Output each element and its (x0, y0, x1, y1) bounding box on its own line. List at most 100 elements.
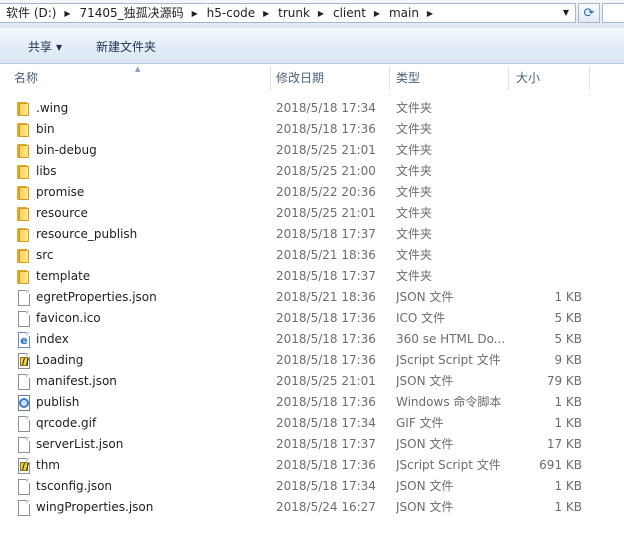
refresh-button[interactable]: ⟳ (578, 3, 600, 23)
chevron-right-icon[interactable]: ▶ (260, 4, 272, 22)
file-date-modified: 2018/5/18 17:36 (276, 353, 376, 367)
share-button[interactable]: 共享 ▼ (28, 38, 62, 56)
file-row[interactable]: tsconfig.json 2018/5/18 17:34 JSON 文件 1 KB (0, 476, 624, 497)
file-type: 文件夹 (396, 164, 433, 178)
address-bar-area: 软件 (D:) ▶ 71405_独孤决源码 ▶ h5-code ▶ trunk … (0, 0, 624, 28)
file-type: JSON 文件 (396, 437, 454, 451)
file-date-modified: 2018/5/25 21:01 (276, 374, 376, 388)
file-row[interactable]: qrcode.gif 2018/5/18 17:34 GIF 文件 1 KB (0, 413, 624, 434)
file-row[interactable]: resource 2018/5/25 21:01 文件夹 (0, 203, 624, 224)
column-divider[interactable] (508, 66, 509, 90)
file-row[interactable]: src 2018/5/21 18:36 文件夹 (0, 245, 624, 266)
file-type: 文件夹 (396, 101, 433, 115)
share-label: 共享 (28, 40, 53, 54)
file-type: 文件夹 (396, 185, 433, 199)
file-type: JSON 文件 (396, 374, 454, 388)
file-size: 1 KB (554, 479, 582, 493)
breadcrumb-main[interactable]: main (383, 4, 424, 22)
file-type: 360 se HTML Do... (396, 332, 506, 346)
file-row[interactable]: e index 2018/5/18 17:36 360 se HTML Do... 5 … (0, 329, 624, 350)
search-box[interactable] (602, 3, 624, 23)
folder-icon (16, 269, 32, 285)
file-name: promise (36, 185, 85, 199)
file-row[interactable]: publish 2018/5/18 17:36 Windows 命令脚本 1 KB (0, 392, 624, 413)
file-type: Windows 命令脚本 (396, 395, 502, 409)
file-name: egretProperties.json (36, 290, 157, 304)
breadcrumb-drive[interactable]: 软件 (D:) (0, 4, 61, 22)
file-row[interactable]: favicon.ico 2018/5/18 17:36 ICO 文件 5 KB (0, 308, 624, 329)
file-date-modified: 2018/5/18 17:34 (276, 416, 376, 430)
folder-icon (16, 227, 32, 243)
breadcrumb-client[interactable]: client (327, 4, 371, 22)
file-size (510, 266, 582, 287)
file-row[interactable]: resource_publish 2018/5/18 17:37 文件夹 (0, 224, 624, 245)
file-size: 17 KB (546, 437, 582, 451)
file-type: JSON 文件 (396, 479, 454, 493)
folder-icon (16, 206, 32, 222)
file-date-modified: 2018/5/25 21:01 (276, 206, 376, 220)
file-row[interactable]: promise 2018/5/22 20:36 文件夹 (0, 182, 624, 203)
command-bar: 共享 ▼ 新建文件夹 (0, 28, 624, 64)
breadcrumb-h5-code[interactable]: h5-code (201, 4, 261, 22)
file-name: manifest.json (36, 374, 117, 388)
file-row[interactable]: manifest.json 2018/5/25 21:01 JSON 文件 79 KB (0, 371, 624, 392)
file-row[interactable]: bin-debug 2018/5/25 21:01 文件夹 (0, 140, 624, 161)
chevron-right-icon[interactable]: ▶ (61, 4, 73, 22)
file-size: 9 KB (554, 353, 582, 367)
file-date-modified: 2018/5/25 21:00 (276, 164, 376, 178)
file-row[interactable]: .wing 2018/5/18 17:34 文件夹 (0, 98, 624, 119)
file-row[interactable]: egretProperties.json 2018/5/21 18:36 JSON … (0, 287, 624, 308)
file-row[interactable]: wingProperties.json 2018/5/24 16:27 JSON 文… (0, 497, 624, 518)
file-size (510, 182, 582, 203)
file-name: thm (36, 458, 60, 472)
file-size (510, 245, 582, 266)
file-row[interactable]: serverList.json 2018/5/18 17:37 JSON 文件 17 … (0, 434, 624, 455)
file-name: bin-debug (36, 143, 97, 157)
breadcrumb-trunk[interactable]: trunk (272, 4, 315, 22)
file-size: 5 KB (554, 311, 582, 325)
column-header-size[interactable]: 大小 (516, 64, 540, 92)
column-header-name[interactable]: 名称 (14, 64, 38, 92)
file-name: resource (36, 206, 88, 220)
refresh-icon: ⟳ (583, 5, 595, 21)
script-icon (16, 458, 32, 474)
file-date-modified: 2018/5/18 17:36 (276, 458, 376, 472)
file-date-modified: 2018/5/18 17:37 (276, 269, 376, 283)
file-name: .wing (36, 101, 69, 115)
chevron-right-icon[interactable]: ▶ (315, 4, 327, 22)
file-date-modified: 2018/5/24 16:27 (276, 500, 376, 514)
file-date-modified: 2018/5/25 21:01 (276, 143, 376, 157)
file-row[interactable]: bin 2018/5/18 17:36 文件夹 (0, 119, 624, 140)
file-date-modified: 2018/5/22 20:36 (276, 185, 376, 199)
file-row[interactable]: thm 2018/5/18 17:36 JScript Script 文件 691 K… (0, 455, 624, 476)
new-folder-label: 新建文件夹 (96, 40, 157, 54)
column-divider[interactable] (589, 66, 590, 90)
new-folder-button[interactable]: 新建文件夹 (96, 38, 156, 56)
file-type: JScript Script 文件 (396, 458, 501, 472)
column-header-date[interactable]: 修改日期 (276, 64, 324, 92)
address-bar[interactable]: 软件 (D:) ▶ 71405_独孤决源码 ▶ h5-code ▶ trunk … (0, 3, 576, 23)
file-name: bin (36, 122, 55, 136)
folder-icon (16, 185, 32, 201)
file-row[interactable]: libs 2018/5/25 21:00 文件夹 (0, 161, 624, 182)
history-dropdown-icon[interactable]: ▼ (563, 4, 569, 22)
file-row[interactable]: Loading 2018/5/18 17:36 JScript Script 文件 9… (0, 350, 624, 371)
file-type: 文件夹 (396, 206, 433, 220)
column-divider[interactable] (270, 66, 271, 90)
file-name: favicon.ico (36, 311, 101, 325)
file-row[interactable]: template 2018/5/18 17:37 文件夹 (0, 266, 624, 287)
breadcrumb-source-folder[interactable]: 71405_独孤决源码 (73, 4, 188, 22)
file-type: 文件夹 (396, 122, 433, 136)
column-divider[interactable] (389, 66, 390, 90)
folder-icon (16, 122, 32, 138)
file-type: 文件夹 (396, 143, 433, 157)
chevron-right-icon[interactable]: ▶ (189, 4, 201, 22)
chevron-right-icon[interactable]: ▶ (371, 4, 383, 22)
folder-icon (16, 143, 32, 159)
column-header-type[interactable]: 类型 (396, 64, 420, 92)
chevron-right-icon[interactable]: ▶ (424, 4, 436, 22)
file-name: Loading (36, 353, 84, 367)
file-name: serverList.json (36, 437, 124, 451)
file-size (510, 98, 582, 119)
file-size: 691 KB (539, 458, 582, 472)
